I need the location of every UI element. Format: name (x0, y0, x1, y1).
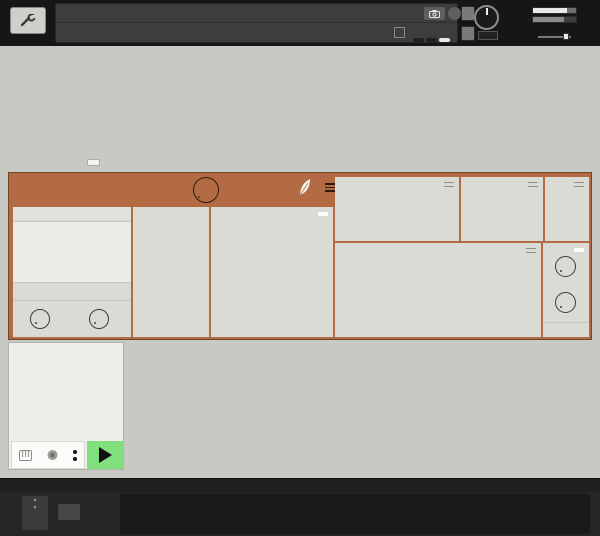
header-bar (0, 0, 600, 46)
footer-tab-bar (0, 478, 600, 492)
instrument-panel (0, 46, 600, 478)
saturation-panel (545, 177, 589, 241)
voice-meter (439, 38, 450, 42)
mute-button[interactable] (461, 26, 475, 41)
filter-enable-indicator[interactable] (318, 212, 328, 216)
info-button[interactable] (448, 7, 461, 20)
bd-editor-panel (8, 172, 592, 340)
file-icon[interactable] (394, 27, 405, 38)
top-channel-strips (8, 50, 592, 170)
play-button[interactable] (87, 441, 123, 469)
instrument-header-panel (55, 3, 461, 43)
pitch-knob[interactable] (30, 309, 50, 329)
keyboard-icon[interactable] (19, 449, 32, 461)
wrench-button[interactable] (10, 7, 46, 34)
brush-icon[interactable] (297, 178, 313, 202)
equaliser-enable-indicator[interactable] (526, 248, 536, 253)
play-icon (98, 447, 112, 463)
octave-down-icon[interactable]: ▼ (22, 504, 48, 512)
fx1-enable-indicator[interactable] (574, 248, 584, 252)
utility-buttons (11, 441, 85, 469)
volume-slider-thumb[interactable] (562, 33, 569, 40)
dots-badge (87, 159, 100, 166)
transient-enable-indicator[interactable] (528, 182, 538, 187)
filter-panel (211, 207, 333, 337)
solo-button[interactable] (461, 6, 475, 21)
waveform-display[interactable] (13, 221, 131, 283)
tune-knob[interactable] (474, 5, 499, 30)
keyboard-minus-button[interactable] (58, 504, 80, 520)
pitch-start-row (13, 300, 131, 337)
dots-icon[interactable] (73, 449, 77, 461)
midi-activity-display (478, 31, 498, 40)
fx-sends-panel (543, 243, 589, 337)
level-meter-right (532, 16, 577, 23)
voice-meter (413, 38, 424, 42)
voice-meter (426, 38, 437, 42)
fx-mixer-panel (8, 342, 124, 470)
keyboard-section: ▲ ▼ (0, 492, 600, 536)
transient-panel (461, 177, 543, 241)
octave-up-icon[interactable]: ▲ (22, 496, 48, 504)
envelope-panel (133, 207, 209, 337)
bottom-channel-strips (8, 342, 592, 470)
piano-keyboard[interactable] (120, 494, 590, 534)
start-knob[interactable] (89, 309, 109, 329)
wrench-icon (20, 13, 36, 26)
level-meter-left (532, 7, 577, 14)
volume-slider[interactable] (532, 32, 577, 41)
master-dropdown[interactable] (543, 322, 589, 337)
compressor-panel (335, 177, 459, 241)
solo-mute-column (461, 6, 475, 46)
sample-slot-tabs (13, 207, 131, 220)
mixer-icon[interactable] (46, 449, 59, 461)
level-pan-row (13, 285, 131, 299)
fx2-send-knob[interactable] (555, 292, 576, 313)
sample-panel (13, 207, 131, 337)
camera-icon (429, 9, 440, 18)
octave-shift-control[interactable]: ▲ ▼ (22, 496, 48, 530)
snapshot-camera-button[interactable] (424, 7, 445, 20)
accent-knob[interactable] (193, 177, 219, 203)
equaliser-panel (335, 243, 541, 337)
sat-enable-indicator[interactable] (574, 182, 584, 187)
fx1-send-knob[interactable] (555, 256, 576, 277)
compressor-enable-indicator[interactable] (444, 182, 454, 187)
